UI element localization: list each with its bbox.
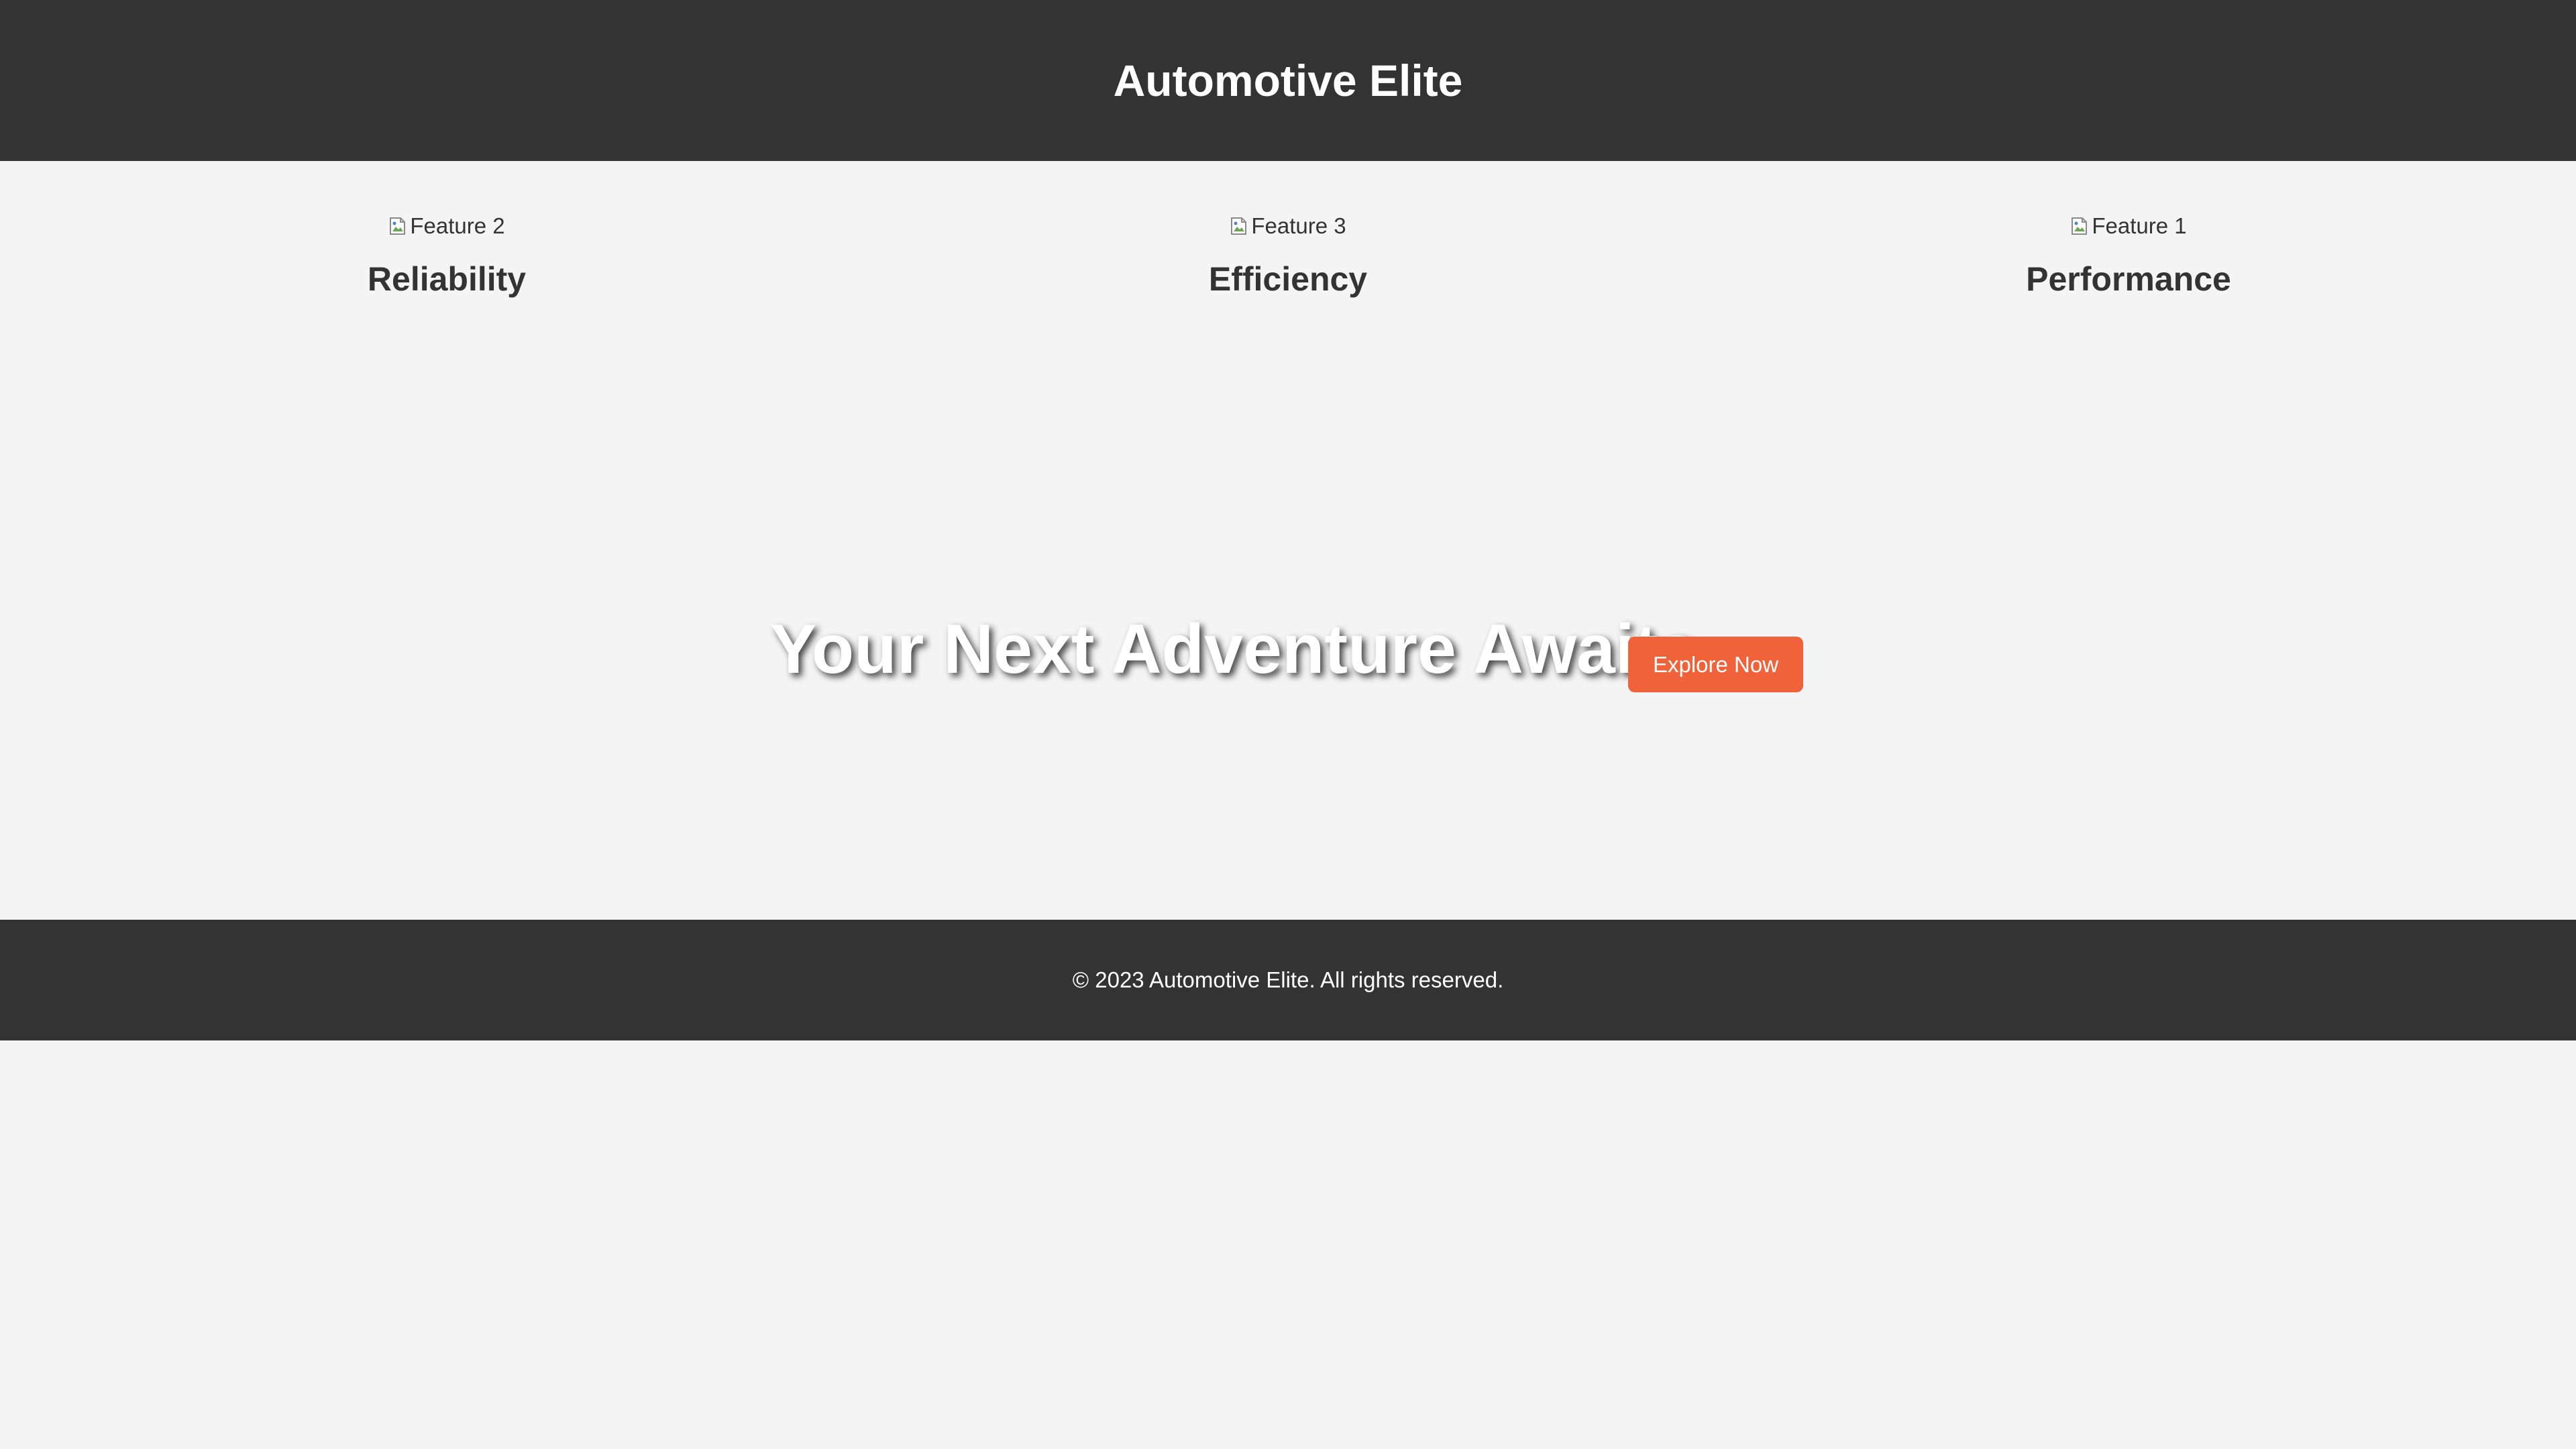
feature-image: Feature 2 — [388, 213, 505, 239]
feature-card-reliability: Feature 2 Reliability — [178, 213, 715, 299]
broken-image-icon — [1230, 216, 1248, 236]
feature-card-efficiency: Feature 3 Efficiency — [1020, 213, 1556, 299]
feature-image: Feature 1 — [2070, 213, 2187, 239]
feature-title: Reliability — [367, 260, 527, 298]
broken-image-icon — [2070, 216, 2089, 236]
feature-title: Efficiency — [1208, 260, 1368, 298]
feature-image-alt: Feature 3 — [1251, 213, 1346, 238]
feature-image-alt: Feature 2 — [410, 213, 505, 238]
feature-image-alt: Feature 1 — [2092, 213, 2187, 238]
site-title: Automotive Elite — [1113, 56, 1463, 105]
broken-image-icon — [388, 216, 407, 236]
footer-copyright: © 2023 Automotive Elite. All rights rese… — [1072, 967, 1504, 992]
explore-now-button[interactable]: Explore Now — [1628, 637, 1803, 692]
feature-image: Feature 3 — [1230, 213, 1346, 239]
hero-section: Your Next Adventure Awaits Explore Now — [0, 604, 2576, 698]
feature-card-performance: Feature 1 Performance — [1860, 213, 2397, 299]
site-footer: © 2023 Automotive Elite. All rights rese… — [0, 920, 2576, 1040]
feature-title: Performance — [2026, 260, 2231, 298]
hero-headline: Your Next Adventure Awaits — [770, 610, 1697, 688]
features-section: Feature 2 Reliability Feature 3 Efficien… — [0, 213, 2576, 321]
site-header: Automotive Elite — [0, 0, 2576, 161]
